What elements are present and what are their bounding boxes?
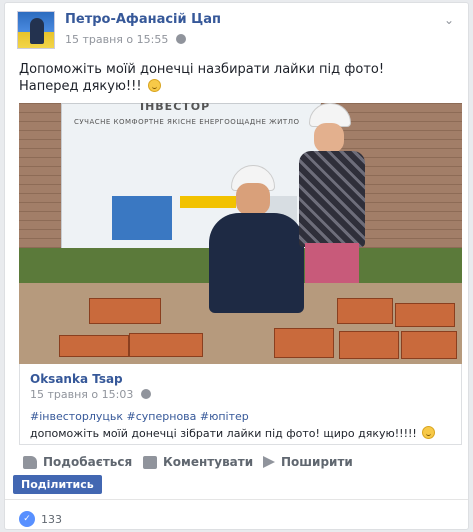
share-link-button[interactable]: Поширити <box>263 455 353 469</box>
globe-icon <box>140 389 151 399</box>
smile-emoji-icon <box>147 79 161 92</box>
post-actions: Подобається Коментувати Поширити <box>19 455 462 475</box>
brick <box>89 298 161 324</box>
thumbs-up-icon <box>23 455 37 469</box>
reaction-count: 133 <box>41 512 62 526</box>
post-date[interactable]: 15 травня о 15:55 <box>65 33 168 46</box>
comment-label: Коментувати <box>163 455 254 469</box>
share-arrow-icon <box>263 456 275 468</box>
banner-row: СУЧАСНЕ КОМФОРТНЕ ЯКІСНЕ ЕНЕРГООЩАДНЕ ЖИ… <box>74 118 300 126</box>
brick <box>129 333 203 357</box>
brick <box>395 303 455 327</box>
share-label: Поширити <box>281 455 353 469</box>
like-button[interactable]: Подобається <box>23 455 132 469</box>
post-text-line2-label: Наперед дякую!!! <box>19 79 142 94</box>
brick <box>274 328 334 358</box>
comment-icon <box>143 455 157 469</box>
banner-title: ІНВЕСТОР <box>140 103 211 113</box>
chevron-down-icon[interactable]: ⌄ <box>444 13 454 27</box>
like-label: Подобається <box>43 455 133 469</box>
post-card: Петро-Афанасій Цап 15 травня о 15:55 ⌄ Д… <box>4 2 469 530</box>
divider <box>5 499 468 500</box>
shared-text: допоможіть моїй донечці зібрати лайки пі… <box>30 426 436 440</box>
shared-date[interactable]: 15 травня о 15:03 <box>30 388 133 401</box>
shared-post[interactable]: Oksanka Tsap 15 травня о 15:03 #інвестор… <box>19 364 462 445</box>
brick <box>339 331 399 359</box>
share-button[interactable]: Поділитись <box>13 475 102 494</box>
post-meta: 15 травня о 15:55 <box>65 33 186 46</box>
man-figure <box>209 165 304 335</box>
post-text-line1: Допоможіть моїй донечці назбирати лайки … <box>19 62 385 77</box>
author-avatar[interactable] <box>17 11 55 49</box>
globe-icon <box>175 34 186 44</box>
reactions-summary[interactable]: ✓ 133 <box>19 511 62 527</box>
shared-meta: 15 травня о 15:03 <box>30 388 151 401</box>
shared-hashtags[interactable]: #інвесторлуцьк #супернова #юпітер <box>30 410 249 423</box>
author-name[interactable]: Петро-Афанасій Цап <box>65 12 221 27</box>
girl-figure <box>299 103 369 303</box>
post-text-line2: Наперед дякую!!! <box>19 78 384 95</box>
shared-author[interactable]: Oksanka Tsap <box>30 372 123 386</box>
post-text: Допоможіть моїй донечці назбирати лайки … <box>19 61 384 95</box>
post-header: Петро-Афанасій Цап 15 травня о 15:55 ⌄ <box>17 11 456 51</box>
brick <box>401 331 457 359</box>
post-photo[interactable]: ІНВЕСТОР СУЧАСНЕ КОМФОРТНЕ ЯКІСНЕ ЕНЕРГО… <box>19 103 462 364</box>
brick <box>59 335 129 357</box>
like-reaction-icon: ✓ <box>19 511 35 527</box>
shared-text-label: допоможіть моїй донечці зібрати лайки пі… <box>30 427 417 440</box>
comment-button[interactable]: Коментувати <box>143 455 253 469</box>
brick <box>337 298 393 324</box>
banner-blue-block <box>112 196 172 240</box>
smile-emoji-icon <box>422 426 436 439</box>
